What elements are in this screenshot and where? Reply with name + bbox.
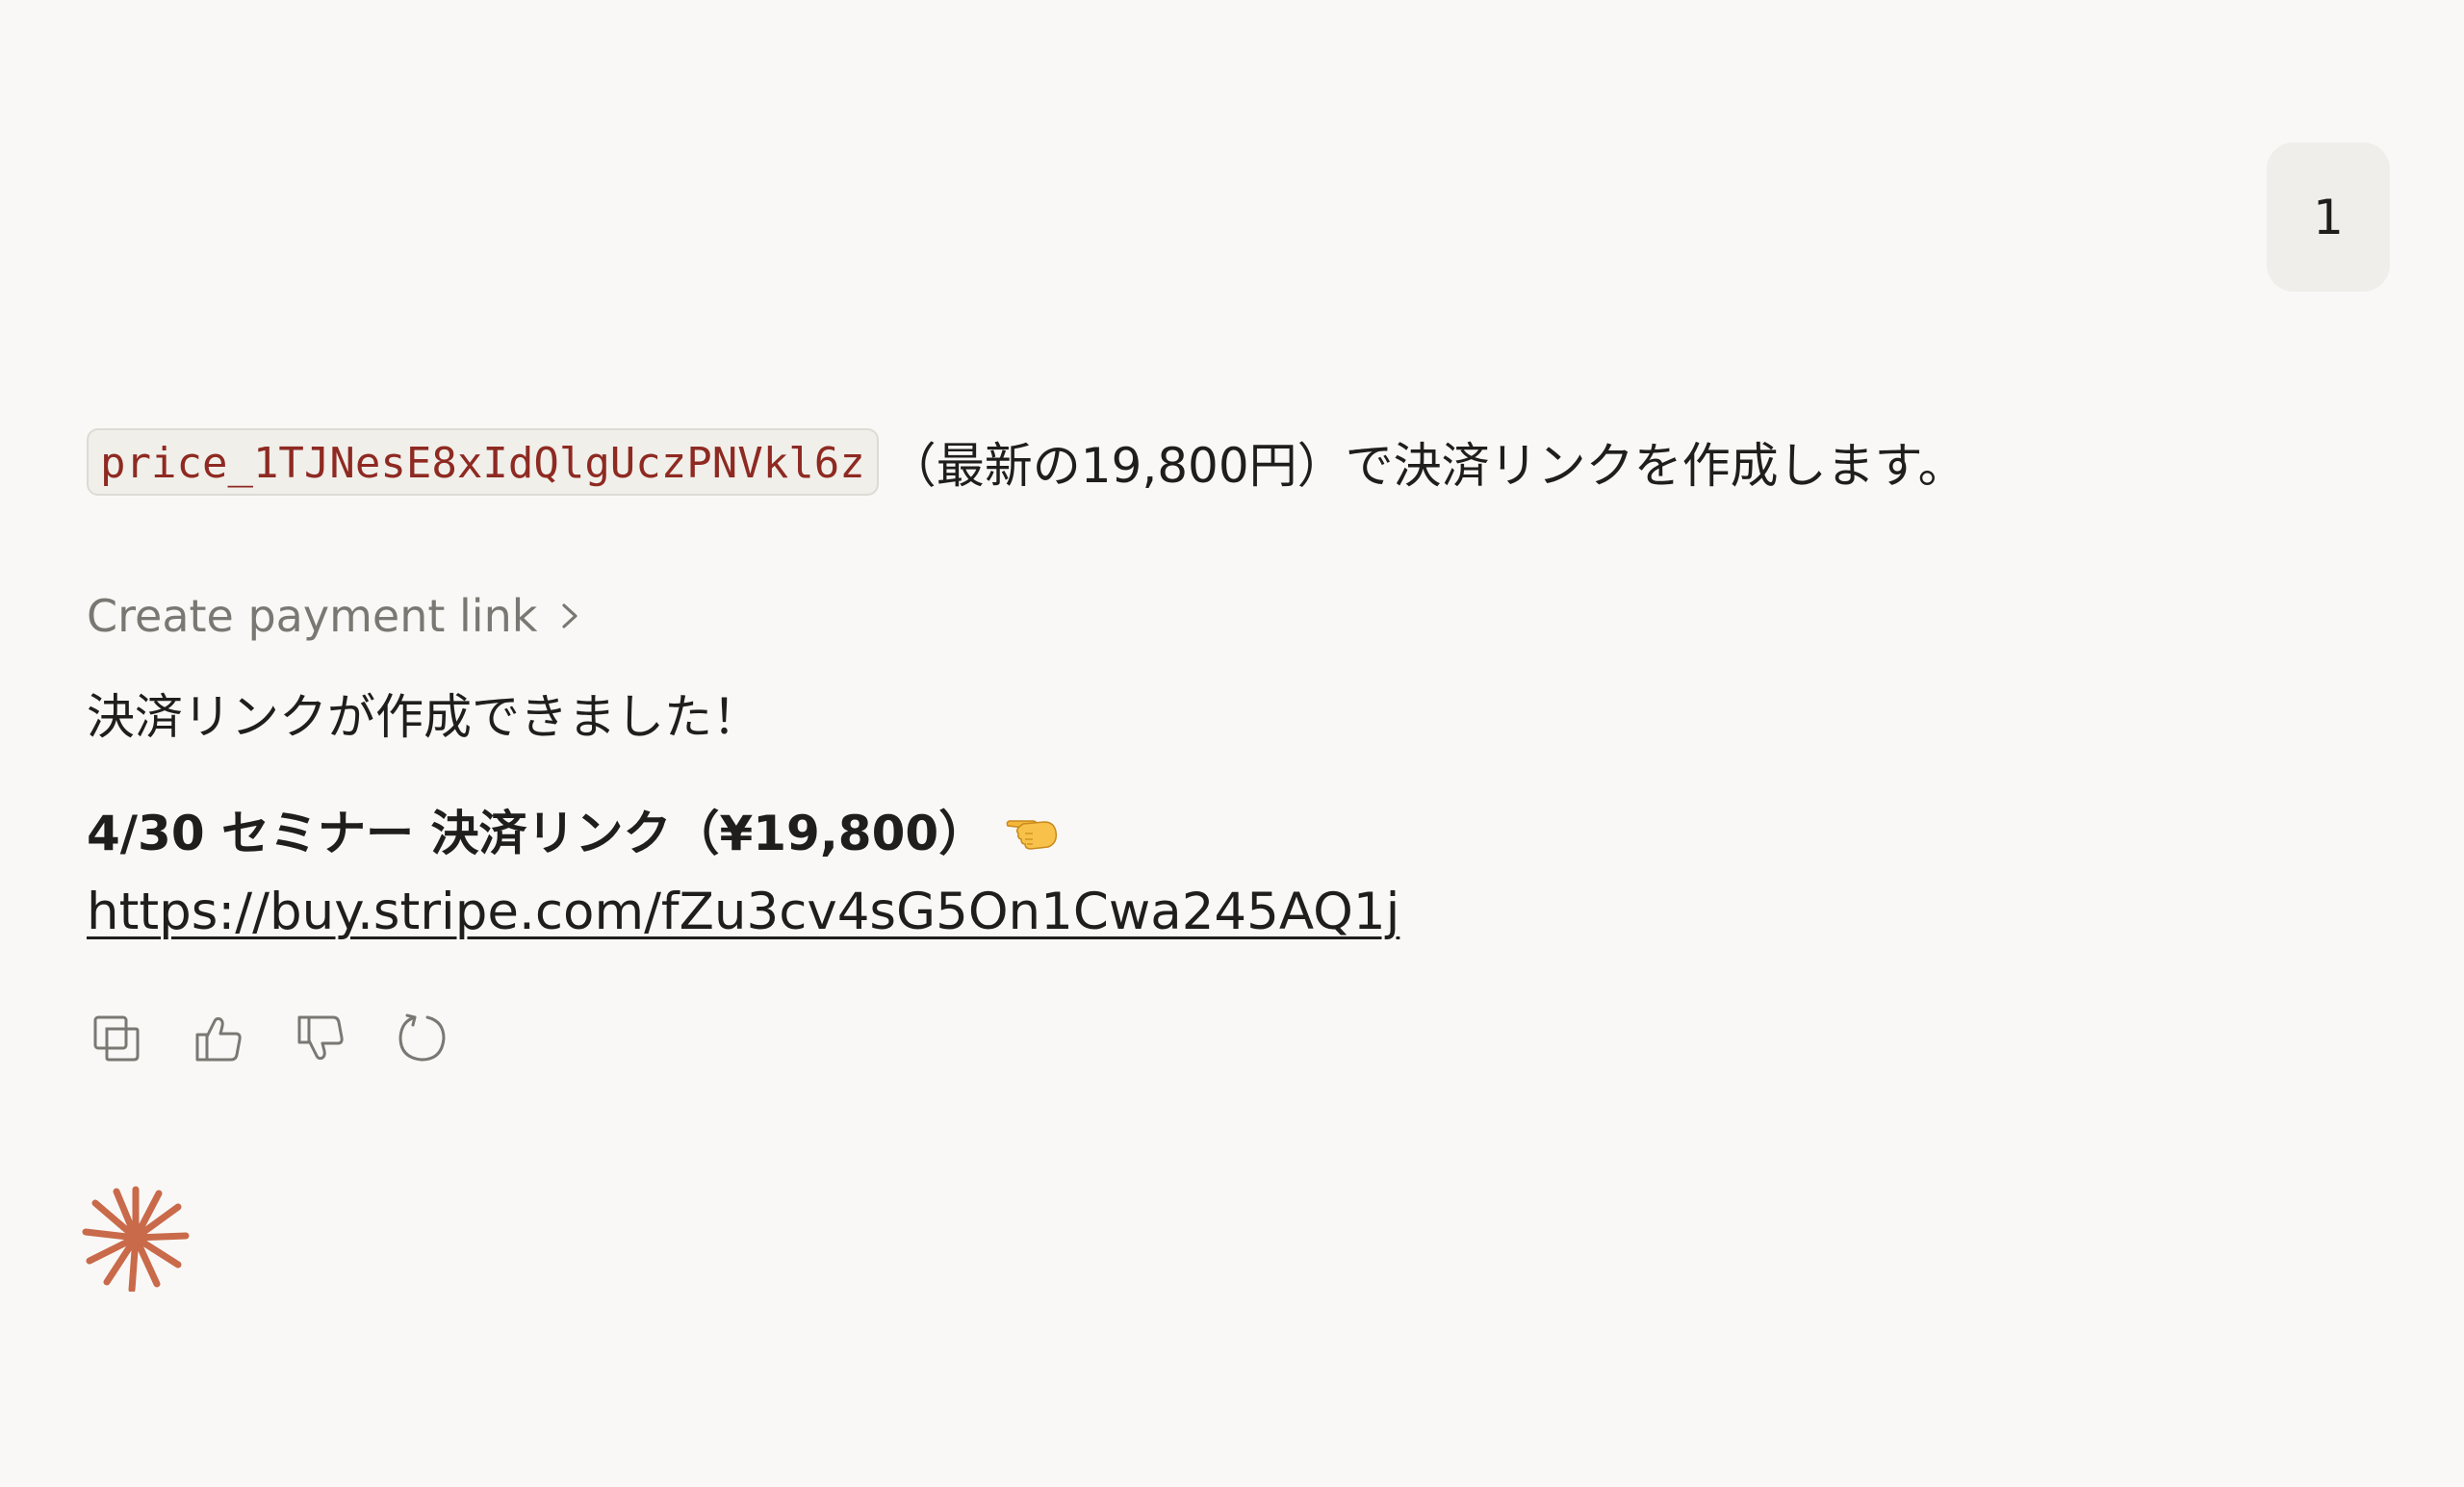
copy-button[interactable] xyxy=(87,1011,146,1070)
thumbs-up-icon xyxy=(193,1013,244,1067)
chevron-right-icon xyxy=(558,600,581,632)
price-id-code: price_1TJNesE8xIdQlgUczPNVkl6z xyxy=(87,428,879,496)
assistant-intro-line: price_1TJNesE8xIdQlgUczPNVkl6z （最新の19,80… xyxy=(87,426,1966,498)
retry-icon xyxy=(396,1012,449,1069)
success-message: 決済リンクが作成できました！ xyxy=(87,689,760,745)
thumbs-down-icon xyxy=(295,1013,346,1067)
payment-link-url[interactable]: https://buy.stripe.com/fZu3cv4sG5On1Cwa2… xyxy=(87,879,1399,946)
payment-link-title: 4/30 セミナー 決済リンク（¥19,800） xyxy=(87,800,1060,867)
copy-icon xyxy=(91,1013,141,1067)
thumbs-up-button[interactable] xyxy=(189,1011,248,1070)
intro-text: （最新の19,800円）で決済リンクを作成します。 xyxy=(887,438,1966,494)
thumbs-down-button[interactable] xyxy=(291,1011,350,1070)
user-message-text: 1 xyxy=(2313,189,2344,245)
claude-spark-icon xyxy=(82,1184,190,1294)
pointing-left-icon xyxy=(1004,812,1060,855)
message-actions xyxy=(87,1011,452,1070)
tool-call-create-payment-link[interactable]: Create payment link xyxy=(87,584,581,648)
user-message-bubble: 1 xyxy=(2267,142,2390,292)
payment-link-title-text: 4/30 セミナー 決済リンク（¥19,800） xyxy=(87,806,988,861)
retry-button[interactable] xyxy=(393,1011,452,1070)
tool-call-label: Create payment link xyxy=(87,590,538,642)
